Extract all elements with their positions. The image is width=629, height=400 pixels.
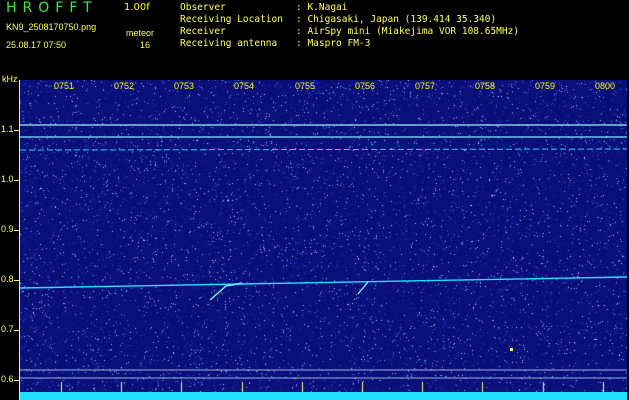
spectrogram-overlay [20, 124, 627, 379]
datetime-label: 25.08.17 07:50 [6, 40, 67, 50]
location-key: Receiving Location [180, 14, 283, 25]
meteor-echo [357, 281, 369, 295]
y-tick-label: 0.6 [1, 374, 14, 384]
x-tick-label: 0754 [234, 81, 255, 91]
x-tick-label: 0755 [295, 81, 316, 91]
y-tick-label: 0.7 [1, 324, 14, 334]
x-tick-label: 0752 [114, 81, 135, 91]
x-tick-label: 0756 [355, 81, 376, 91]
vor-signal-line [20, 276, 627, 289]
x-tick-label: 0800 [595, 81, 616, 91]
location-value: : Chigasaki, Japan (139.414 35.340) [296, 14, 497, 25]
filename-label: KN9_2508170750.png [6, 22, 97, 32]
y-axis-unit: kHz [2, 74, 18, 84]
y-tick-label: 1.0 [1, 174, 14, 184]
y-tick-label: 1.1 [1, 124, 14, 134]
x-tick-label: 0758 [475, 81, 496, 91]
spectrogram-plot: 0751 0752 0753 0754 0755 0756 0757 0758 … [20, 80, 627, 392]
antenna-value: : Maspro FM-3 [296, 38, 371, 49]
x-tick-label: 0753 [174, 81, 195, 91]
antenna-key: Receiving antenna [180, 38, 278, 49]
version-label: 1.00f [124, 2, 150, 13]
meteor-echo [209, 282, 243, 301]
meteor-count: 16 [140, 40, 151, 50]
receiver-value: : AirSpy mini (Miakejima VOR 108.65MHz) [296, 26, 520, 37]
y-tick-label: 0.8 [1, 274, 14, 284]
meteor-echo [510, 348, 513, 351]
x-tick-label: 0757 [415, 81, 436, 91]
observer-key: Observer [180, 2, 226, 13]
app-title: HROFFT [6, 0, 98, 16]
header-panel: HROFFT 1.00f KN9_2508170750.png 25.08.17… [0, 0, 629, 78]
observer-value: : K.Nagai [296, 2, 348, 13]
meteor-label: meteor [126, 28, 155, 38]
receiver-key: Receiver [180, 26, 226, 37]
y-tick-label: 0.9 [1, 224, 14, 234]
x-tick-label: 0759 [535, 81, 556, 91]
noise-floor-band [20, 392, 627, 400]
x-tick-label: 0751 [54, 81, 75, 91]
observer-info: Observer : K.Nagai Receiving Location : Ch… [180, 2, 519, 50]
carrier-line [20, 148, 627, 151]
